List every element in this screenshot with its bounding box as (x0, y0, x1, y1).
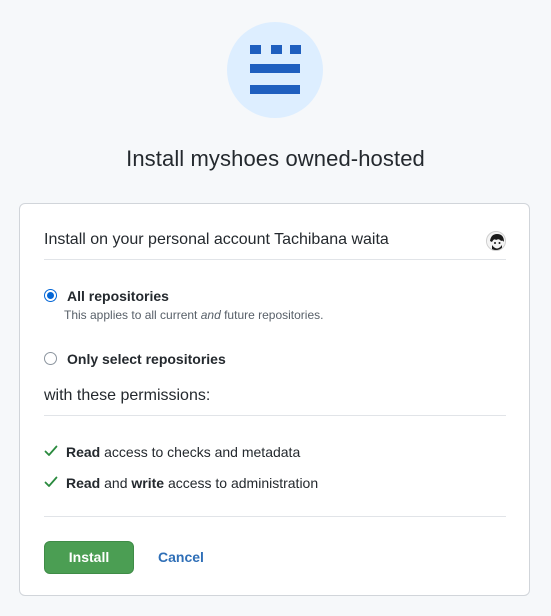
permission-text: Read access to checks and metadata (66, 444, 300, 460)
permission-level: Read (66, 444, 101, 460)
page-title: Install myshoes owned-hosted (126, 146, 425, 171)
check-icon (44, 476, 58, 487)
app-logo (227, 22, 323, 118)
myshoes-logo-icon (250, 45, 301, 94)
all-repositories-label[interactable]: All repositories (67, 288, 169, 304)
note-text-2: future repositories. (220, 308, 324, 322)
install-target-label: Install on your personal account Tachiba… (44, 231, 389, 248)
permission-desc: access to administration (164, 475, 319, 491)
all-repositories-radio[interactable] (44, 289, 57, 302)
permission-level: write (131, 475, 165, 491)
all-repositories-note: This applies to all current and future r… (64, 308, 323, 322)
permission-desc: access to checks and metadata (100, 444, 301, 460)
note-emphasis: and (200, 308, 221, 322)
note-text-1: This applies to all current (64, 308, 201, 322)
select-repositories-label[interactable]: Only select repositories (67, 351, 226, 367)
avatar-image (487, 232, 505, 250)
permission-desc: and (100, 475, 132, 491)
permission-level: Read (66, 475, 101, 491)
select-repositories-radio[interactable] (44, 352, 57, 365)
divider (44, 259, 506, 260)
permissions-heading: with these permissions: (44, 387, 211, 404)
cancel-link[interactable]: Cancel (158, 549, 204, 565)
install-button[interactable]: Install (44, 541, 134, 574)
user-avatar (486, 231, 506, 251)
permission-text: Read and write access to administration (66, 475, 318, 491)
install-card: Install on your personal account Tachiba… (19, 203, 530, 596)
divider (44, 516, 506, 517)
divider (44, 415, 506, 416)
check-icon (44, 445, 58, 456)
